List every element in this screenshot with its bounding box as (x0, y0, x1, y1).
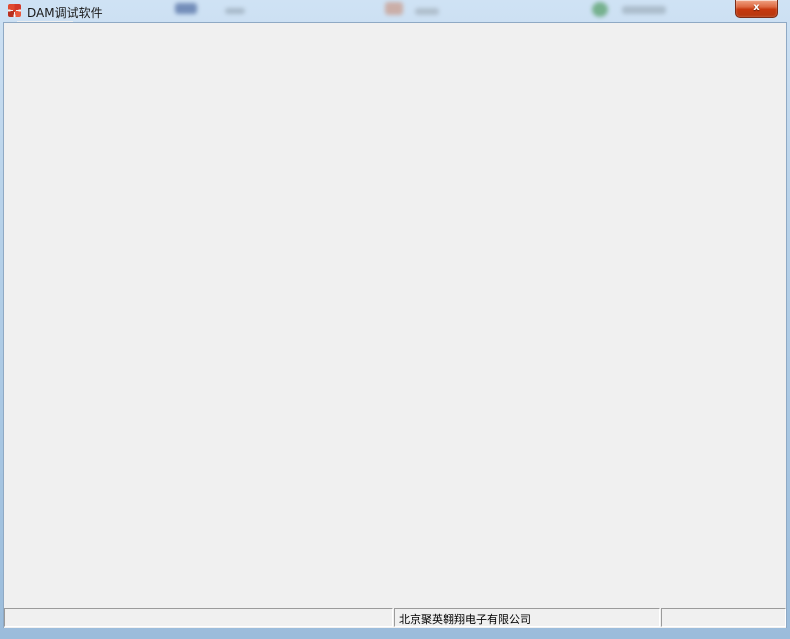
app-window: DAM调试软件 x 串口设定 串 口 COM4 (V) ▼ 波特率 9600 ▼… (0, 0, 790, 639)
desktop-smudge (175, 3, 197, 14)
status-pane-company: 北京聚英翱翔电子有限公司 (394, 608, 660, 627)
status-bar: 北京聚英翱翔电子有限公司 (4, 607, 786, 628)
close-button[interactable]: x (735, 0, 778, 18)
window-title: DAM调试软件 (27, 4, 103, 21)
desktop-smudge (415, 8, 439, 15)
app-icon (8, 4, 21, 17)
desktop-smudge (385, 2, 403, 15)
desktop-smudge (622, 6, 666, 14)
desktop-smudge (592, 2, 608, 17)
title-bar: DAM调试软件 x (0, 0, 790, 22)
desktop-smudge (225, 8, 245, 14)
status-pane-right (661, 608, 786, 627)
status-pane-left (4, 608, 393, 627)
